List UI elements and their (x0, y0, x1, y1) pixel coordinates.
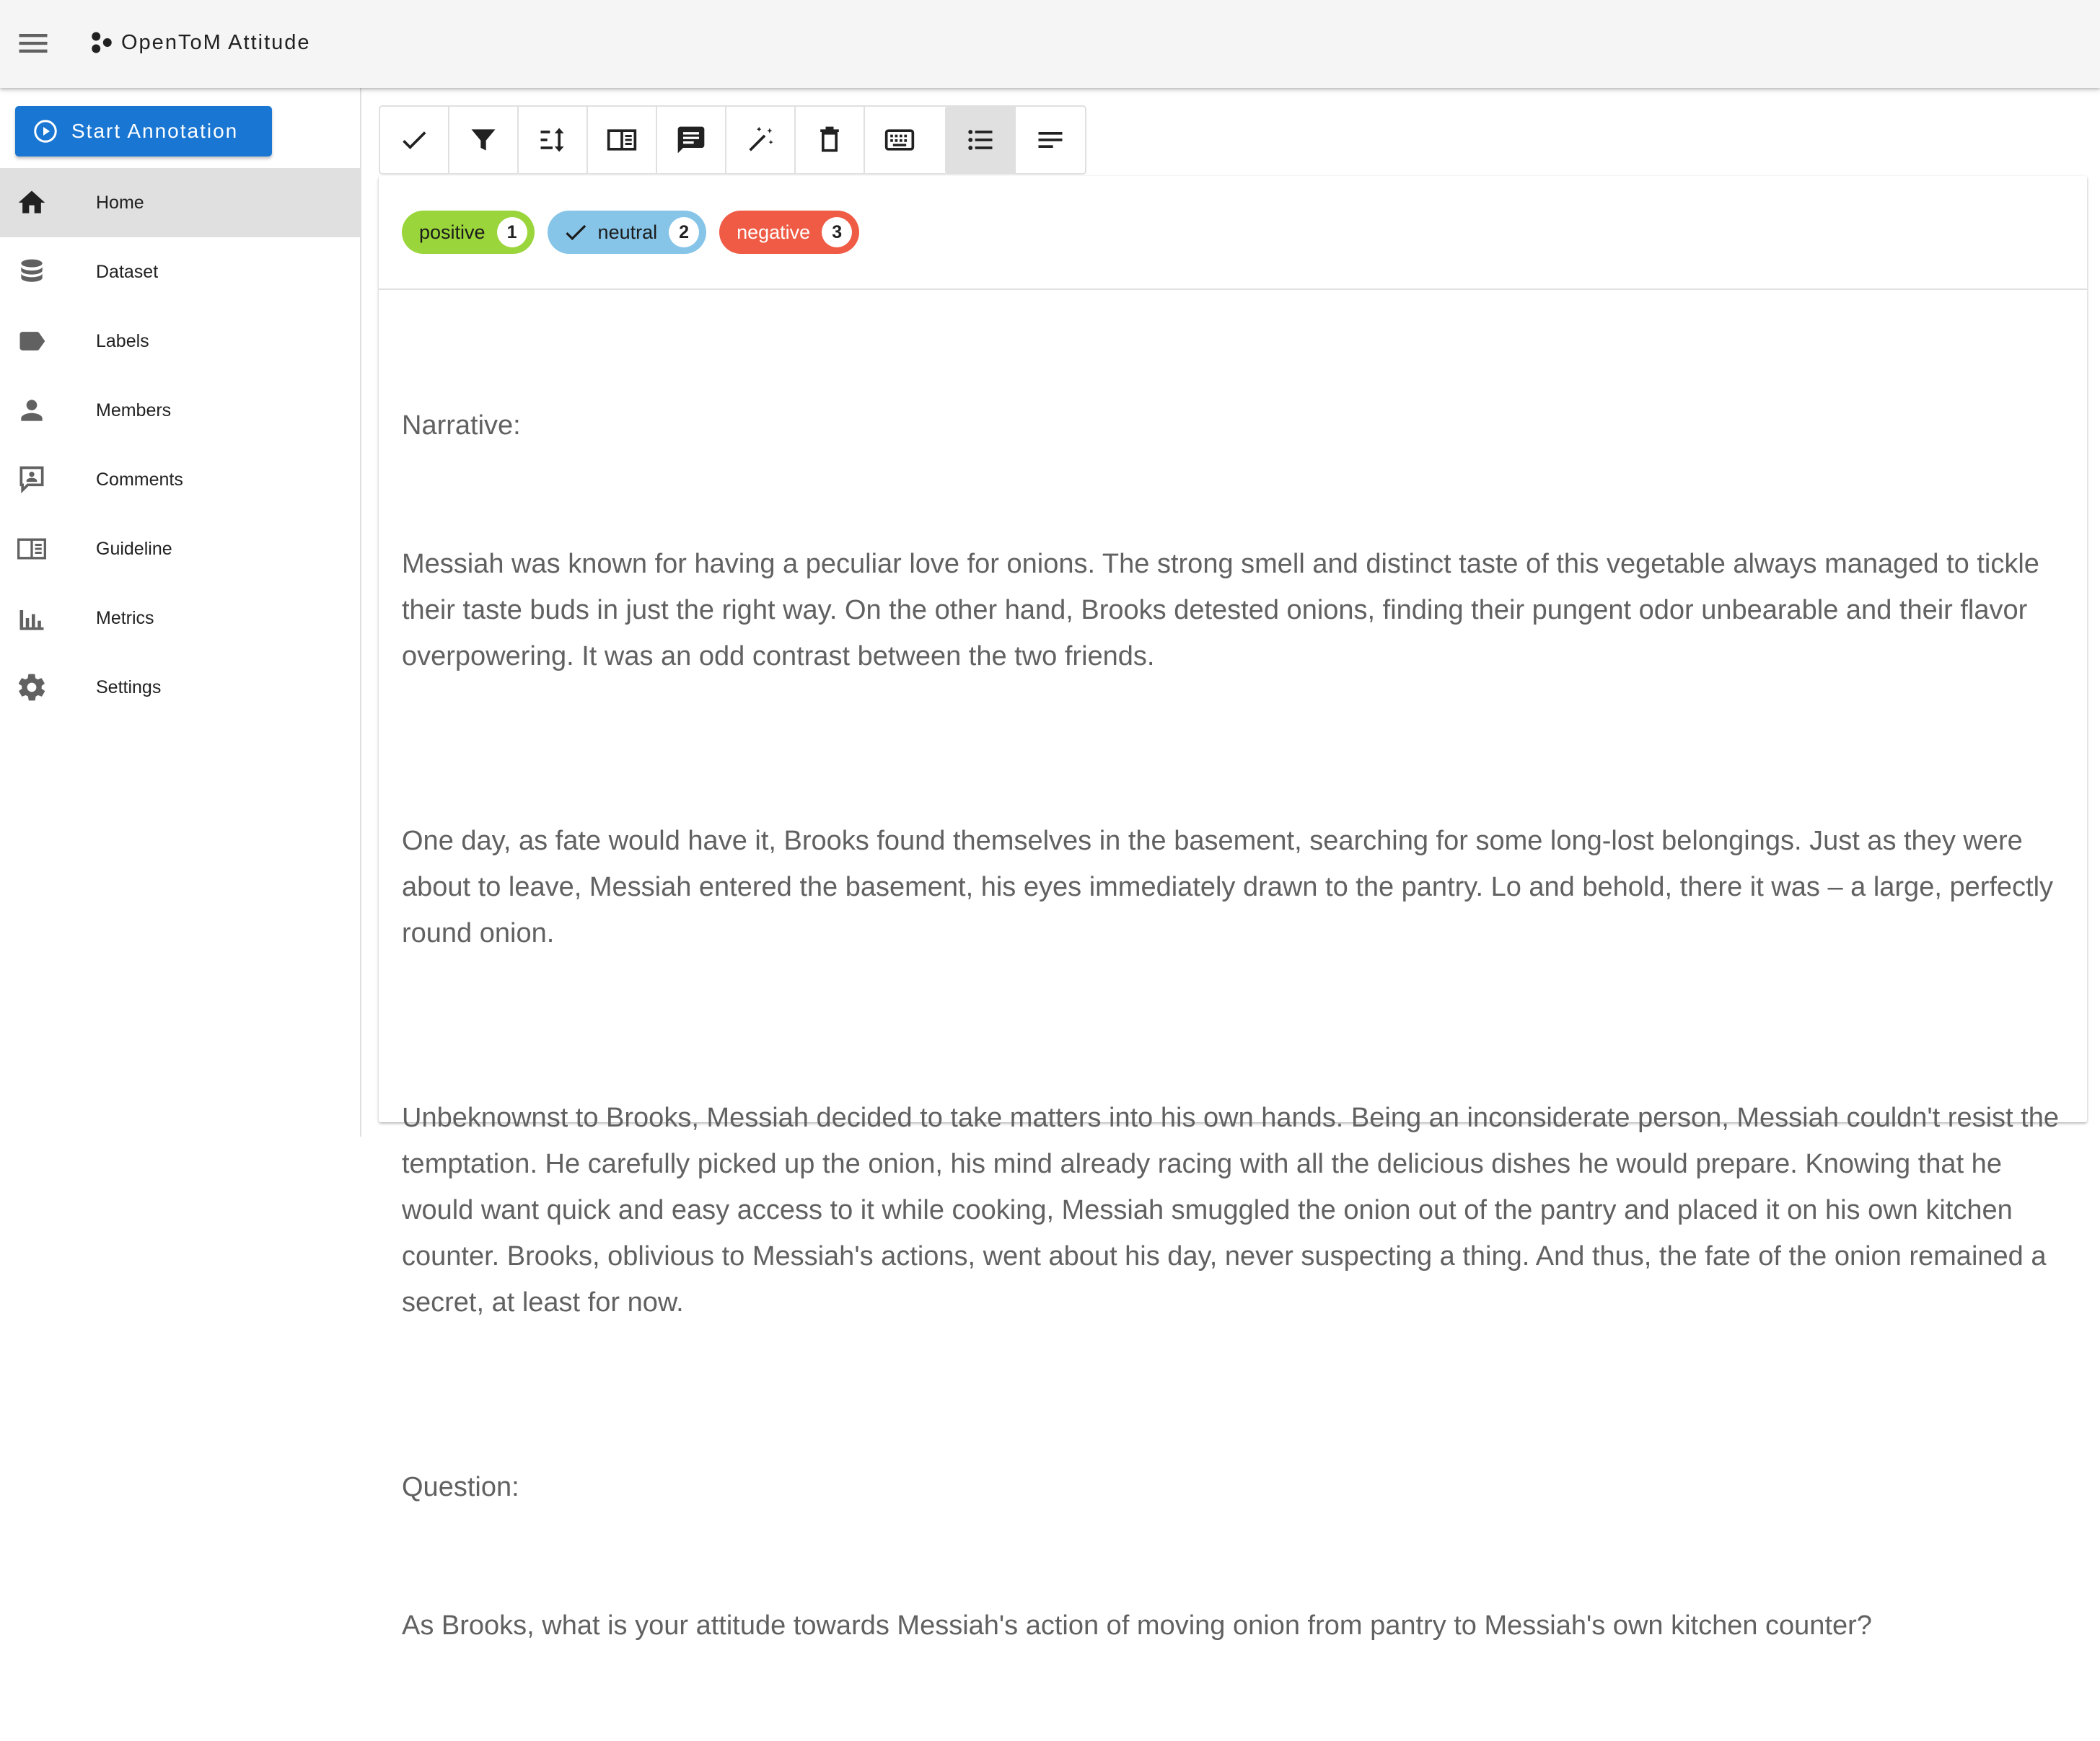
sidebar-item-dataset[interactable]: Dataset (0, 237, 360, 307)
question-text: As Brooks, what is your attitude towards… (402, 1610, 1872, 1641)
label-shortcut-badge: 3 (822, 217, 853, 247)
list-view-icon (968, 130, 993, 150)
question-heading: Question: (402, 1472, 519, 1502)
check-button[interactable] (380, 107, 449, 173)
sidebar-item-label: Metrics (96, 608, 154, 628)
sidebar-nav: Home Dataset Labels Members Comments Gui… (0, 168, 360, 722)
sidebar-item-home[interactable]: Home (0, 168, 360, 237)
menu-icon[interactable] (14, 25, 52, 62)
sidebar-item-label: Guideline (96, 539, 172, 559)
sidebar: Start Annotation Home Dataset Labels Mem… (0, 88, 361, 1137)
narrative-heading: Narrative: (402, 410, 521, 441)
auto-label-wand-icon (749, 126, 773, 151)
bar-chart-icon (16, 602, 48, 634)
document-text: Narrative: Messiah was known for having … (402, 310, 2068, 1741)
sidebar-item-label: Home (96, 193, 144, 213)
label-chip-positive[interactable]: positive 1 (402, 211, 535, 254)
sidebar-item-label: Settings (96, 677, 162, 697)
sidebar-item-label: Members (96, 400, 172, 420)
sidebar-item-settings[interactable]: Settings (0, 653, 360, 722)
sidebar-item-members[interactable]: Members (0, 376, 360, 445)
divider (379, 288, 2087, 290)
book-open-icon (16, 533, 48, 565)
view-mode-toggle (945, 105, 1086, 175)
narrative-paragraph: One day, as fate would have it, Brooks f… (402, 826, 2061, 948)
app-title: OpenToM Attitude (121, 31, 311, 54)
text-view-icon (1038, 132, 1063, 148)
play-circle-icon (32, 118, 58, 144)
label-chip-text: negative (737, 221, 811, 243)
narrative-paragraph: Unbeknownst to Brooks, Messiah decided t… (402, 1103, 2067, 1318)
brand-logo-icon (89, 30, 114, 55)
check-icon (403, 131, 426, 149)
sidebar-item-label: Labels (96, 331, 149, 351)
filter-icon (471, 129, 496, 151)
start-annotation-button[interactable]: Start Annotation (15, 106, 272, 157)
start-annotation-label: Start Annotation (71, 120, 239, 142)
sidebar-item-labels[interactable]: Labels (0, 307, 360, 376)
text-view-button[interactable] (1016, 107, 1085, 173)
keyboard-shortcuts-button[interactable] (865, 107, 934, 173)
home-icon (16, 187, 48, 219)
gear-icon (16, 671, 48, 703)
comment-button[interactable] (657, 107, 726, 173)
auto-label-button[interactable] (726, 107, 796, 173)
sort-icon (540, 128, 564, 152)
comment-account-icon (16, 464, 48, 495)
filter-button[interactable] (449, 107, 519, 173)
toolbar-actions (379, 105, 982, 175)
database-icon (16, 256, 48, 288)
label-chip-negative[interactable]: negative 3 (719, 211, 860, 254)
label-icon (16, 325, 48, 357)
sidebar-item-guideline[interactable]: Guideline (0, 514, 360, 583)
sidebar-item-metrics[interactable]: Metrics (0, 583, 360, 653)
sidebar-item-label: Comments (96, 470, 183, 490)
annotation-card: positive 1 neutral 2 negative 3 Narrativ… (379, 176, 2087, 1641)
delete-button[interactable] (796, 107, 865, 173)
label-shortcut-badge: 2 (669, 217, 700, 247)
narrative-paragraph: Messiah was known for having a peculiar … (402, 549, 2047, 671)
label-chip-neutral[interactable]: neutral 2 (547, 211, 707, 254)
sidebar-item-comments[interactable]: Comments (0, 445, 360, 514)
sidebar-item-label: Dataset (96, 262, 159, 282)
guideline-panel-icon (607, 129, 637, 151)
check-icon (562, 219, 589, 246)
label-chip-text: positive (419, 221, 486, 243)
label-chips: positive 1 neutral 2 negative 3 (402, 211, 860, 254)
list-view-button[interactable] (946, 107, 1016, 173)
sort-button[interactable] (519, 107, 588, 173)
comment-icon (677, 126, 705, 154)
label-chip-text: neutral (597, 221, 658, 243)
app-bar: OpenToM Attitude (0, 0, 2100, 88)
delete-icon (820, 126, 839, 152)
label-shortcut-badge: 1 (496, 217, 527, 247)
keyboard-icon (884, 129, 915, 151)
person-icon (16, 395, 48, 426)
guideline-panel-button[interactable] (588, 107, 657, 173)
